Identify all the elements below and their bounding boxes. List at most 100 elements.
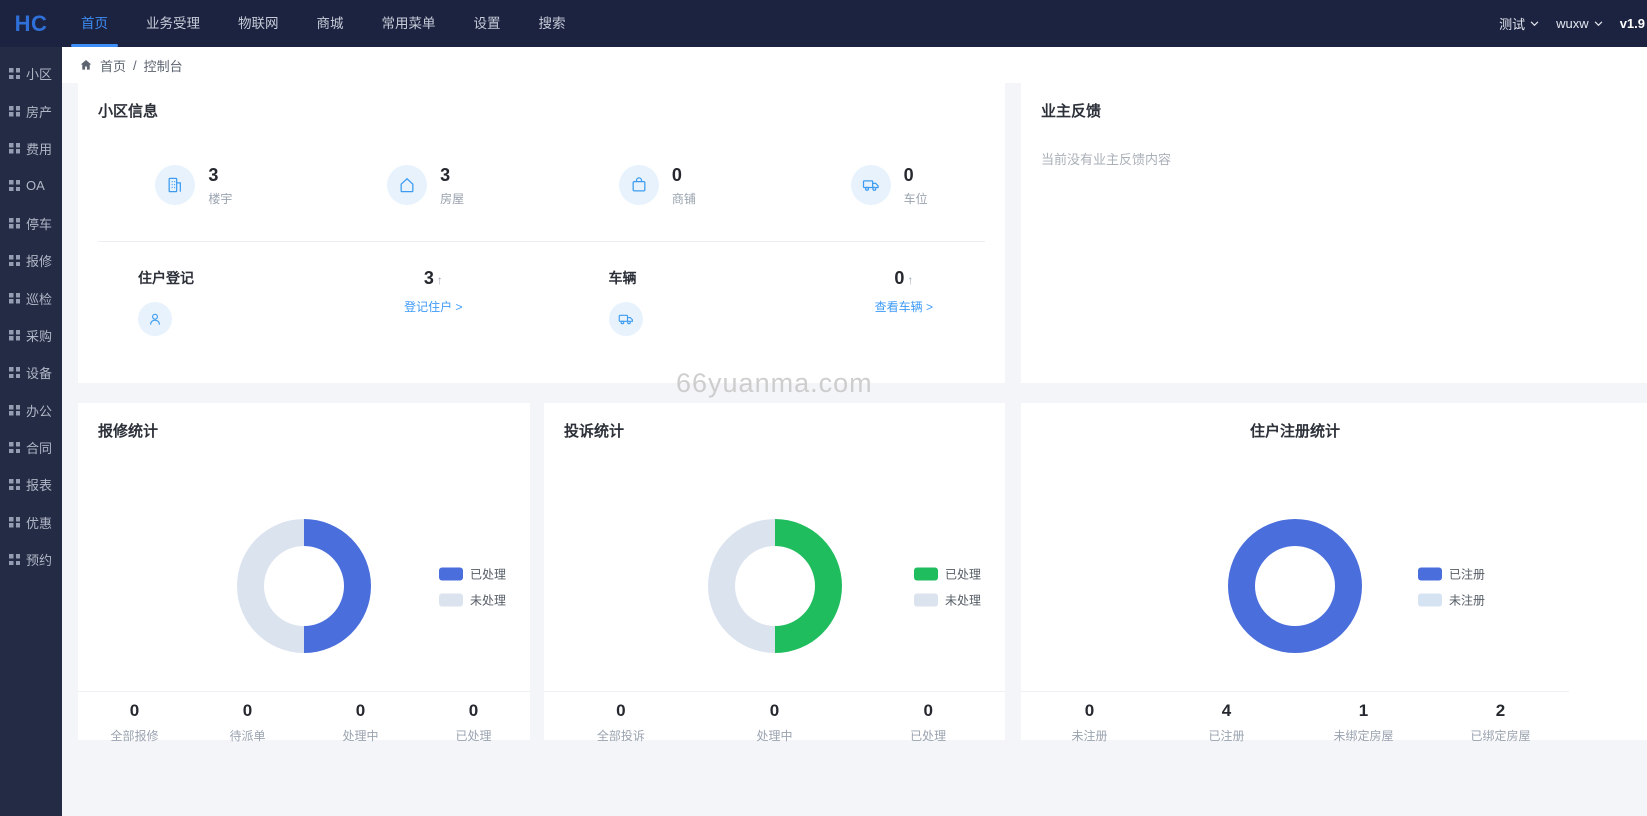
nav-item-common-menu[interactable]: 常用菜单 [363,0,455,47]
breadcrumb-separator: / [133,57,137,73]
bstat: 0 全部投诉 [544,701,698,743]
top-navbar: HC 首页 业务受理 物联网 商城 常用菜单 设置 搜索 测试 wuxw v1.… [0,0,1647,47]
sidebar-item-label: 采购 [26,328,53,344]
sidebar-item-label: 报修 [26,254,53,270]
owner-feedback-card: 业主反馈 当前没有业主反馈内容 [1021,83,1647,383]
legend-label: 已处理 [944,567,981,582]
bstat-label: 处理中 [756,729,793,743]
sidebar-item-property[interactable]: 房产 [0,92,62,129]
nav-item-business[interactable]: 业务受理 [127,0,219,47]
sidebar-item-office[interactable]: 办公 [0,392,62,429]
repair-stats-card: 报修统计 已处理 未处理 0 全部报修 0 待派单 0 处理中 0 已处理 [78,403,530,743]
legend-item-unprocessed[interactable]: 未处理 [913,592,981,609]
chart-legend: 已处理 未处理 [438,566,506,609]
nav-item-mall[interactable]: 商城 [298,0,363,47]
breadcrumb-current: 控制台 [143,58,183,74]
sidebar-item-equipment[interactable]: 设备 [0,354,62,391]
stat-text: 3 房屋 [440,165,464,207]
sidebar-item-appointment[interactable]: 预约 [0,541,62,578]
sidebar-item-report[interactable]: 报表 [0,466,62,503]
bstat-label: 全部报修 [110,729,159,743]
vehicle-title: 车辆 [608,270,637,286]
stat-parking-spaces: 0 车位 [773,165,1005,207]
stat-value: 0 [671,165,682,185]
vehicle-left: 车辆 [608,268,643,336]
legend-item-unregistered[interactable]: 未注册 [1417,592,1485,609]
sidebar-item-inspection[interactable]: 巡检 [0,279,62,316]
bstat-value: 4 [1221,701,1232,720]
vehicle-right: 0 ↑ 查看车辆 > [875,268,933,336]
sidebar-item-fees[interactable]: 费用 [0,130,62,167]
stat-text: 0 车位 [904,165,928,207]
stat-value: 3 [440,165,451,185]
sidebar-item-discount[interactable]: 优惠 [0,504,62,541]
stat-text: 3 楼宇 [208,165,232,207]
sidebar-item-label: OA [26,178,45,194]
stat-houses: 3 房屋 [310,165,542,207]
stat-label: 房屋 [440,192,465,206]
grid-icon [9,479,20,491]
registration-right: 3 ↑ 登记住户 > [404,268,462,336]
home-icon [79,58,93,72]
legend-item-processed[interactable]: 已处理 [913,566,981,583]
username-label: wuxw [1556,16,1589,31]
bstat-label: 未注册 [1071,729,1108,743]
complaint-donut-chart: 已处理 未处理 [544,441,1005,729]
bstat-label: 已处理 [455,729,492,743]
up-arrow-icon: ↑ [436,273,443,287]
version-label: v1.9 [1619,16,1645,31]
user-dropdown[interactable]: wuxw [1556,16,1603,31]
sidebar-item-label: 办公 [26,403,53,419]
vehicle-block: 车辆 0 ↑ 查看车辆 > [551,268,1006,336]
view-vehicle-link[interactable]: 查看车辆 > [875,298,933,315]
legend-item-registered[interactable]: 已注册 [1417,566,1485,583]
community-switcher-dropdown[interactable]: 测试 [1499,14,1539,33]
grid-icon [9,68,20,80]
repair-donut-chart: 已处理 未处理 [78,441,530,729]
bstat: 0 待派单 [191,701,304,743]
main-menu: 首页 业务受理 物联网 商城 常用菜单 设置 搜索 [62,0,585,47]
stat-label: 车位 [903,192,928,206]
sidebar-item-contract[interactable]: 合同 [0,429,62,466]
sidebar-item-community[interactable]: 小区 [0,55,62,92]
sidebar-item-parking[interactable]: 停车 [0,205,62,242]
card-title: 投诉统计 [564,423,625,440]
sidebar-item-oa[interactable]: OA [0,167,62,204]
bstat-value: 0 [769,701,780,720]
nav-item-iot[interactable]: 物联网 [219,0,298,47]
legend-label: 未处理 [469,593,506,608]
bstat-label: 已处理 [910,729,947,743]
nav-item-search[interactable]: 搜索 [520,0,585,47]
nav-item-home[interactable]: 首页 [62,0,127,47]
breadcrumb-home[interactable]: 首页 [100,56,126,75]
grid-icon [9,367,20,379]
app-logo[interactable]: HC [0,11,62,37]
bstat-value: 0 [242,701,253,720]
stat-buildings: 3 楼宇 [78,165,310,207]
person-icon [138,302,172,336]
donut-chart[interactable] [237,519,371,653]
donut-chart[interactable] [1228,519,1362,653]
sidebar-item-purchase[interactable]: 采购 [0,317,62,354]
sidebar-item-label: 巡检 [26,291,53,307]
card-title: 业主反馈 [1041,103,1102,120]
card-title: 小区信息 [98,103,159,120]
sidebar-item-label: 合同 [26,441,53,457]
donut-chart[interactable] [707,519,842,653]
legend-label: 已注册 [1448,567,1485,582]
legend-swatch [913,593,938,607]
legend-item-unprocessed[interactable]: 未处理 [438,592,506,609]
sidebar-item-repair[interactable]: 报修 [0,242,62,279]
up-arrow-icon: ↑ [907,273,914,287]
register-resident-link[interactable]: 登记住户 > [404,298,462,315]
legend-item-processed[interactable]: 已处理 [438,566,506,583]
nav-item-settings[interactable]: 设置 [455,0,520,47]
building-icon [155,165,196,205]
grid-icon [9,217,20,229]
bstat: 2 已绑定房屋 [1432,701,1569,743]
left-sidebar: 小区 房产 费用 OA 停车 报修 巡检 采购 设备 办公 合同 报表 优惠 预… [0,47,62,816]
sidebar-item-label: 小区 [26,67,53,83]
bstat: 4 已注册 [1158,701,1295,743]
registration-title: 住户登记 [138,270,194,286]
bstat-value: 0 [616,701,626,720]
